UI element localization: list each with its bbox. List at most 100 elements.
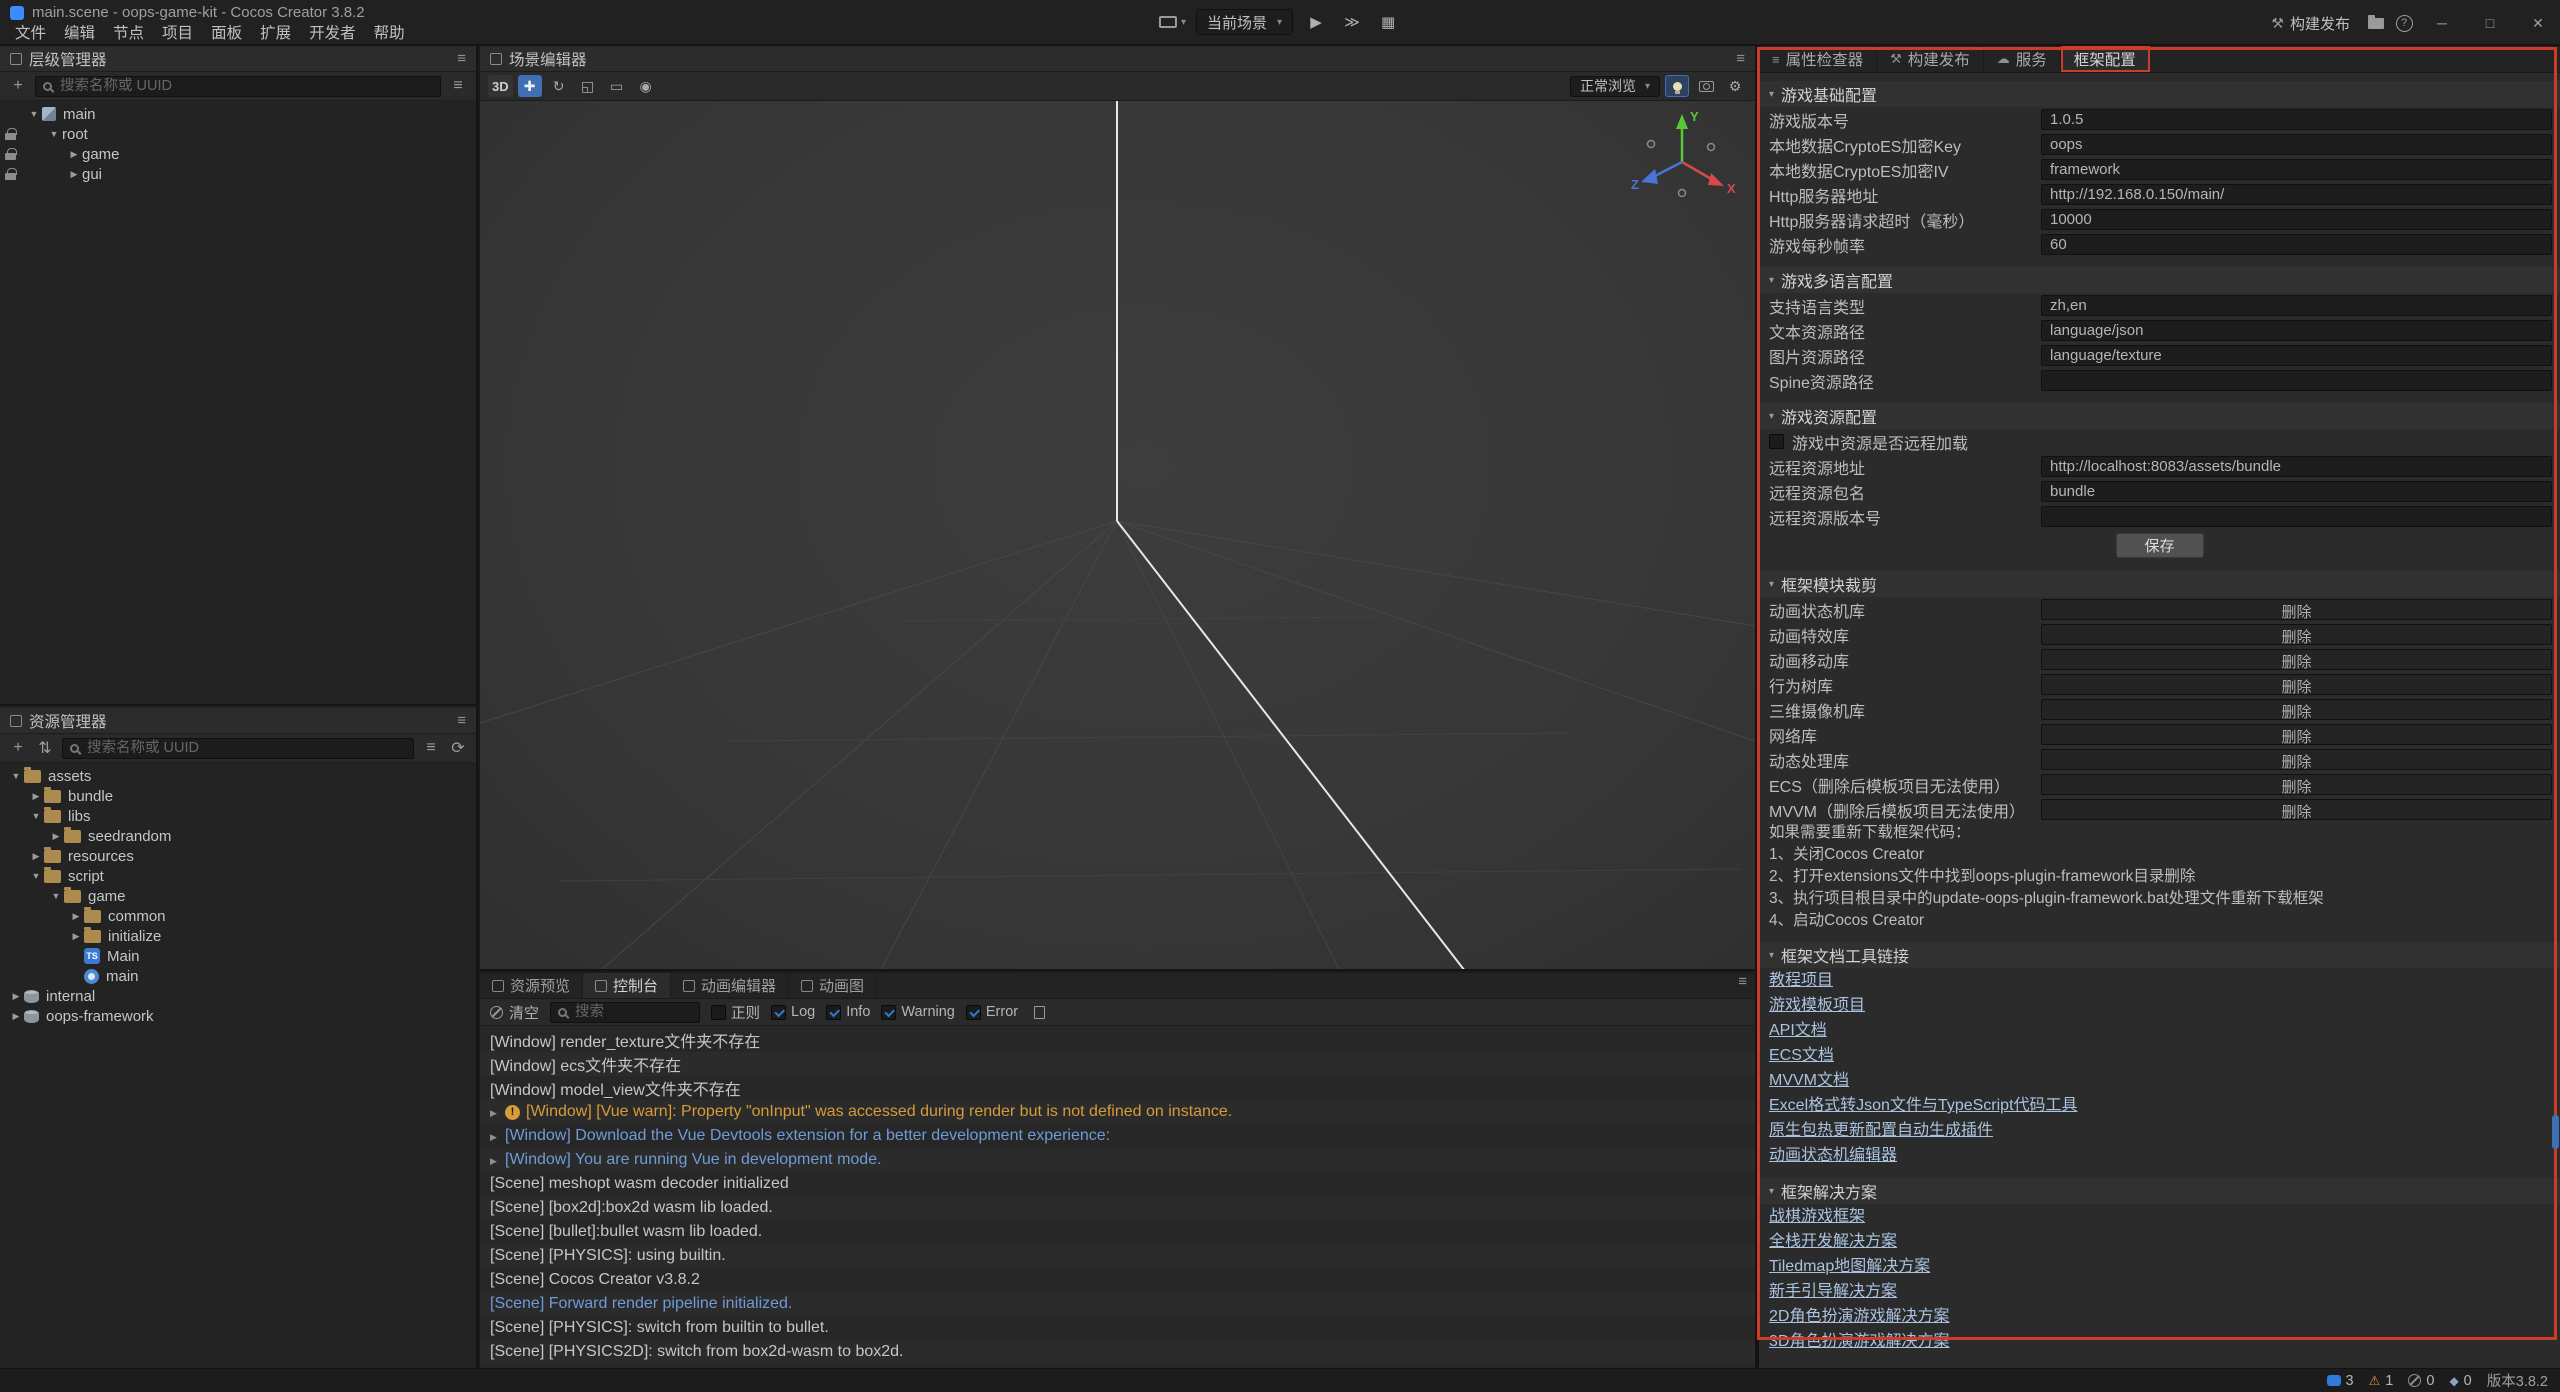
asset-row[interactable]: oops-framework <box>0 1006 476 1026</box>
tree-row[interactable]: gui <box>0 164 476 184</box>
play-button[interactable]: ▶ <box>1303 9 1329 35</box>
doc-link[interactable]: MVVM文档 <box>1759 1068 2560 1093</box>
log-filter[interactable]: Error <box>966 1004 1018 1020</box>
section-game-basic[interactable]: ▾游戏基础配置 <box>1759 81 2560 107</box>
log-row[interactable]: ! [Scene] meshopt wasm decoder initializ… <box>480 1172 1755 1196</box>
mode-3d-toggle[interactable]: 3D <box>488 75 513 97</box>
delete-module-button[interactable]: 删除 <box>2041 774 2552 795</box>
delete-module-button[interactable]: 删除 <box>2041 649 2552 670</box>
tree-row[interactable]: main <box>0 104 476 124</box>
log-row[interactable]: ! [Window] render_texture文件夹不存在 <box>480 1028 1755 1052</box>
step-button[interactable]: ≫ <box>1339 9 1365 35</box>
preview-device-button[interactable]: ▾ <box>1159 9 1186 35</box>
menu-item[interactable]: 文件 <box>6 21 55 43</box>
delete-module-button[interactable]: 删除 <box>2041 724 2552 745</box>
config-input[interactable] <box>2041 134 2552 155</box>
build-publish-button[interactable]: ⚒构建发布 <box>2263 13 2358 34</box>
config-input[interactable] <box>2041 295 2552 316</box>
section-game-language[interactable]: ▾游戏多语言配置 <box>1759 267 2560 293</box>
section-framework-trim[interactable]: ▾框架模块裁剪 <box>1759 571 2560 597</box>
expand-arrow-icon[interactable] <box>490 1103 505 1121</box>
error-count[interactable]: 0 <box>2408 1373 2434 1389</box>
doc-link[interactable]: 游戏模板项目 <box>1759 993 2560 1018</box>
delete-module-button[interactable]: 删除 <box>2041 674 2552 695</box>
create-node-button[interactable]: + <box>8 77 28 95</box>
expand-arrow-icon[interactable] <box>490 1151 505 1169</box>
doc-link[interactable]: ECS文档 <box>1759 1043 2560 1068</box>
hierarchy-search-input[interactable] <box>58 77 433 95</box>
log-filter[interactable]: Warning <box>881 1004 954 1020</box>
rect-tool[interactable]: ▭ <box>605 75 629 97</box>
asset-row[interactable]: assets <box>0 766 476 786</box>
clear-console-button[interactable]: 清空 <box>490 1002 539 1023</box>
asset-row[interactable]: internal <box>0 986 476 1006</box>
log-row[interactable]: ! [Window] ecs文件夹不存在 <box>480 1052 1755 1076</box>
hierarchy-search[interactable] <box>35 76 441 97</box>
filter-checkbox[interactable] <box>881 1005 896 1020</box>
inspector-scrollbar-thumb[interactable] <box>2552 1115 2559 1149</box>
asset-row[interactable]: seedrandom <box>0 826 476 846</box>
assets-search-input[interactable] <box>85 739 406 757</box>
create-asset-button[interactable]: + <box>8 739 28 757</box>
solution-link[interactable]: 全栈开发解决方案 <box>1759 1229 2560 1254</box>
doc-link[interactable]: 教程项目 <box>1759 968 2560 993</box>
lock-icon[interactable] <box>2 126 20 142</box>
asset-row[interactable]: bundle <box>0 786 476 806</box>
console-menu-icon[interactable]: ≡ <box>1738 973 1747 998</box>
expand-arrow-icon[interactable] <box>26 109 42 119</box>
filter-checkbox[interactable] <box>826 1005 841 1020</box>
log-row[interactable]: ! [Scene] Cocos Creator v3.8.2 <box>480 1268 1755 1292</box>
scene-select[interactable]: 当前场景▾ <box>1196 9 1293 35</box>
solution-link[interactable]: 战棋游戏框架 <box>1759 1204 2560 1229</box>
sort-assets-icon[interactable]: ⇅ <box>35 738 55 758</box>
menu-item[interactable]: 扩展 <box>251 21 300 43</box>
expand-arrow-icon[interactable] <box>28 811 44 821</box>
log-row[interactable]: ! [Scene] [PHYSICS]: using builtin. <box>480 1244 1755 1268</box>
expand-arrow-icon[interactable] <box>28 851 44 862</box>
delete-module-button[interactable]: 删除 <box>2041 799 2552 820</box>
menu-item[interactable]: 节点 <box>104 21 153 43</box>
remote-load-checkbox[interactable] <box>1769 434 1784 449</box>
log-row[interactable]: ! [Window] model_view文件夹不存在 <box>480 1076 1755 1100</box>
tab-asset-preview[interactable]: 资源预览 <box>480 973 583 998</box>
expand-arrow-icon[interactable] <box>68 931 84 942</box>
expand-arrow-icon[interactable] <box>28 791 44 802</box>
config-input[interactable] <box>2041 159 2552 180</box>
delete-module-button[interactable]: 删除 <box>2041 624 2552 645</box>
save-button[interactable]: 保存 <box>2116 533 2204 558</box>
tab-framework-config[interactable]: 框架配置 <box>2061 46 2150 72</box>
config-input[interactable] <box>2041 456 2552 477</box>
log-row[interactable]: ! [Window] [Vue warn]: Property "onInput… <box>480 1100 1755 1124</box>
asset-row[interactable]: common <box>0 906 476 926</box>
scene-viewport[interactable]: Y X Z <box>480 101 1755 969</box>
log-row[interactable]: ! [Scene] Forward render pipeline initia… <box>480 1292 1755 1316</box>
asset-row[interactable]: main <box>0 966 476 986</box>
assets-filter-icon[interactable]: ≡ <box>421 739 441 757</box>
regex-checkbox[interactable] <box>711 1005 726 1020</box>
solution-link[interactable]: Tiledmap地图解决方案 <box>1759 1254 2560 1279</box>
filter-checkbox[interactable] <box>771 1005 786 1020</box>
expand-arrow-icon[interactable] <box>66 149 82 160</box>
config-input[interactable] <box>2041 320 2552 341</box>
asset-row[interactable]: resources <box>0 846 476 866</box>
hierarchy-filter-icon[interactable]: ≡ <box>448 77 468 95</box>
rotate-tool[interactable]: ↻ <box>547 75 571 97</box>
asset-row[interactable]: game <box>0 886 476 906</box>
section-doc-links[interactable]: ▾框架文档工具链接 <box>1759 942 2560 968</box>
message-count[interactable]: 3 <box>2327 1373 2354 1389</box>
warning-count[interactable]: ⚠1 <box>2369 1373 2394 1389</box>
view-mode-select[interactable]: 正常浏览▾ <box>1570 76 1660 97</box>
tab-build-publish[interactable]: ⚒构建发布 <box>1877 46 1984 72</box>
console-search[interactable] <box>550 1002 700 1023</box>
log-row[interactable]: ! [Scene] [bullet]:bullet wasm lib loade… <box>480 1220 1755 1244</box>
console-search-input[interactable] <box>573 1003 692 1021</box>
close-button[interactable]: ✕ <box>2518 0 2558 46</box>
scale-tool[interactable]: ◱ <box>576 75 600 97</box>
solution-link[interactable]: 新手引导解决方案 <box>1759 1279 2560 1304</box>
expand-arrow-icon[interactable] <box>8 991 24 1002</box>
delete-module-button[interactable]: 删除 <box>2041 699 2552 720</box>
refresh-assets-icon[interactable]: ⟳ <box>448 738 468 758</box>
tab-console[interactable]: 控制台 <box>583 973 671 998</box>
regex-toggle[interactable]: 正则 <box>711 1002 760 1023</box>
hierarchy-menu-icon[interactable]: ≡ <box>457 50 466 67</box>
